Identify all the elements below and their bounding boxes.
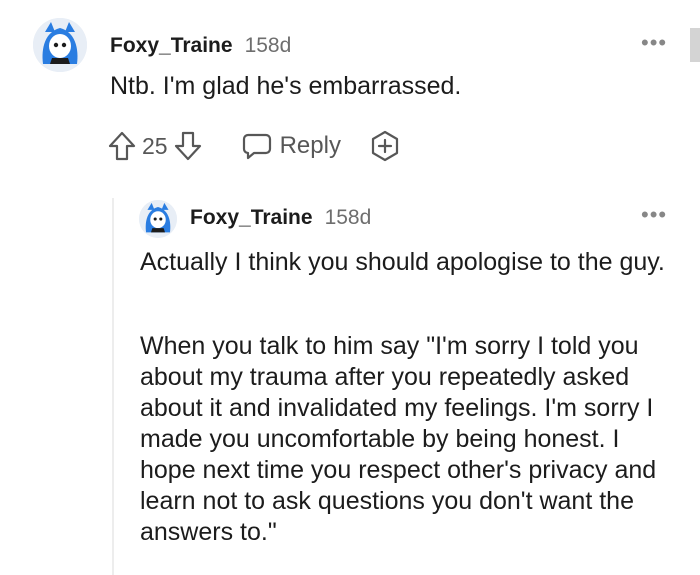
reply-bubble-icon: [242, 132, 272, 160]
avatar-image: [139, 200, 177, 238]
avatar[interactable]: [33, 18, 87, 72]
thread-line[interactable]: [112, 198, 114, 575]
upvote-icon[interactable]: [108, 131, 136, 161]
vote-score: 25: [142, 132, 168, 159]
reply-meta: Foxy_Traine 158d: [190, 206, 371, 230]
reply-button[interactable]: Reply: [242, 132, 341, 160]
reply-avatar[interactable]: [139, 200, 177, 238]
downvote-icon[interactable]: [174, 131, 202, 161]
scrollbar[interactable]: [690, 28, 700, 62]
avatar-image: [33, 18, 87, 72]
username-link[interactable]: Foxy_Traine: [110, 34, 233, 58]
comment-actions: 25 Reply: [108, 126, 401, 166]
comment-meta: Foxy_Traine 158d: [110, 34, 291, 58]
award-icon[interactable]: [369, 130, 401, 162]
reply-username-link[interactable]: Foxy_Traine: [190, 206, 313, 230]
comment-body: Ntb. I'm glad he's embarrassed.: [110, 72, 462, 100]
reply-age: 158d: [324, 206, 372, 229]
comment-age: 158d: [244, 34, 292, 57]
reply-paragraph: Actually I think you should apologise to…: [140, 248, 665, 276]
reply-paragraph: When you talk to him say "I'm sorry I to…: [140, 332, 657, 546]
more-options-icon[interactable]: •••: [641, 32, 667, 54]
reply-more-options-icon[interactable]: •••: [641, 204, 667, 226]
reply-label: Reply: [279, 132, 341, 159]
